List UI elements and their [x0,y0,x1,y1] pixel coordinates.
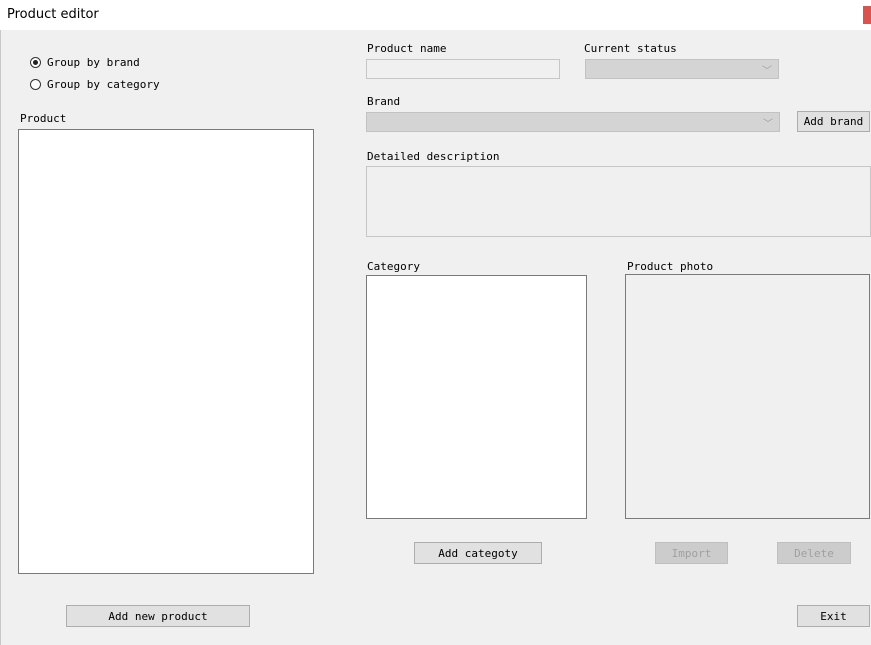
product-label: Product [20,112,67,125]
exit-button[interactable]: Exit [797,605,870,627]
product-photo-label: Product photo [627,260,714,273]
window-title: Product editor [7,7,99,22]
radio-selected-icon[interactable] [30,57,41,68]
category-label: Category [367,260,420,273]
brand-label: Brand [367,95,401,108]
add-category-button[interactable]: Add categoty [414,542,542,564]
radio-unselected-icon[interactable] [30,79,41,90]
radio-dot-icon [33,60,38,65]
chevron-down-icon: ﹀ [762,66,772,77]
product-photo-box [625,274,870,519]
description-textarea[interactable] [366,166,871,237]
add-brand-button[interactable]: Add brand [797,111,870,132]
radio-group-by-brand[interactable]: Group by brand [30,56,140,69]
current-status-label: Current status [584,42,677,55]
product-listbox[interactable] [18,129,314,574]
radio-label-brand: Group by brand [47,56,140,69]
description-label: Detailed description [367,150,500,163]
category-listbox[interactable] [366,275,587,519]
radio-group-by-category[interactable]: Group by category [30,78,160,91]
delete-button[interactable]: Delete [777,542,851,564]
close-button[interactable] [863,6,871,24]
current-status-select[interactable]: ﹀ [585,59,779,79]
brand-select[interactable]: ﹀ [366,112,780,132]
window-border [0,30,1,645]
chevron-down-icon: ﹀ [763,119,773,130]
product-name-label: Product name [367,42,447,55]
radio-label-category: Group by category [47,78,160,91]
product-name-input[interactable] [366,59,560,79]
add-new-product-button[interactable]: Add new product [66,605,250,627]
title-bar [0,0,871,30]
import-button[interactable]: Import [655,542,728,564]
